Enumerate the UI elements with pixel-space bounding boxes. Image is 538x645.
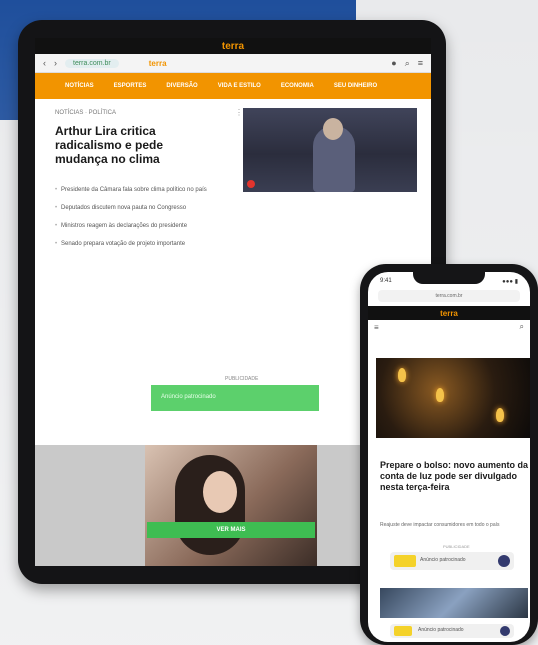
promo-image-face <box>203 471 237 513</box>
tablet-url[interactable]: terra.com.br <box>65 58 119 68</box>
promo-cta-label: VER MAIS <box>216 527 246 533</box>
phone-second-photo[interactable] <box>380 588 528 618</box>
ad-banner[interactable]: Anúncio patrocinado <box>151 385 319 411</box>
ad-row-text: Anúncio patrocinado <box>420 557 466 563</box>
phone-article-summary: Reajuste deve impactar consumidores em t… <box>380 522 500 528</box>
search-icon[interactable]: ⌕ <box>405 58 410 69</box>
menu-icon[interactable]: ≡ <box>418 58 423 68</box>
more-icon[interactable]: ⋮ <box>235 108 243 117</box>
flame-icon <box>398 368 406 382</box>
nav-item-noticias[interactable]: NOTÍCIAS <box>65 83 94 89</box>
promo-cta-button[interactable]: VER MAIS <box>147 522 315 538</box>
search-icon[interactable]: ⌕ <box>520 322 524 332</box>
status-signal-icon: ●●● ▮ <box>502 278 518 285</box>
menu-icon[interactable]: ≡ <box>374 323 379 332</box>
related-item[interactable]: Ministros reagem às declarações do presi… <box>55 222 225 230</box>
related-list: Presidente da Câmara fala sobre clima po… <box>55 186 225 258</box>
nav-item-vida[interactable]: VIDA E ESTILO <box>218 83 261 89</box>
ad-thumb <box>394 555 416 567</box>
forward-icon[interactable]: › <box>54 58 57 68</box>
tablet-site-logo[interactable]: terra <box>149 59 167 68</box>
go-icon <box>500 626 510 636</box>
nav-item-seu-dinheiro[interactable]: SEU DINHEIRO <box>334 83 377 89</box>
ad-label: PUBLICIDADE <box>225 376 259 382</box>
ad-text: Anúncio patrocinado <box>161 394 216 400</box>
photo-person-face <box>323 118 343 140</box>
status-time: 9:41 <box>380 278 392 284</box>
tablet-brand-logo: terra <box>221 40 245 52</box>
article-kicker: NOTÍCIAS · POLÍTICA <box>55 110 117 116</box>
related-item[interactable]: Senado prepara votação de projeto import… <box>55 240 225 248</box>
promo-image <box>145 445 317 566</box>
go-icon <box>498 555 510 567</box>
related-item[interactable]: Deputados discutem nova pauta no Congres… <box>55 204 225 212</box>
phone-toolbar: ≡ ⌕ <box>368 320 530 334</box>
phone-notch <box>413 272 485 284</box>
tablet-url-bar[interactable]: ‹ › terra.com.br terra ● ⌕ ≡ <box>35 54 431 73</box>
phone-ad-row[interactable]: Anúncio patrocinado <box>390 552 514 570</box>
related-item[interactable]: Presidente da Câmara fala sobre clima po… <box>55 186 225 194</box>
ad-thumb <box>394 626 412 636</box>
ad-row-text: Anúncio patrocinado <box>418 627 464 633</box>
nav-item-esportes[interactable]: ESPORTES <box>114 83 147 89</box>
phone-url-bar[interactable]: terra.com.br <box>378 290 520 302</box>
article-photo[interactable] <box>243 108 417 192</box>
tablet-brand-bar: terra <box>35 38 431 54</box>
phone-ad-row-2[interactable]: Anúncio patrocinado <box>390 624 514 638</box>
video-tag-icon <box>247 180 255 188</box>
phone-brand-logo[interactable]: terra <box>440 309 458 318</box>
flame-icon <box>496 408 504 422</box>
phone-ad-label: PUBLICIDADE <box>443 544 470 549</box>
article-headline[interactable]: Arthur Lira critica radicalismo e pede m… <box>55 124 215 166</box>
phone-screen: 9:41 ●●● ▮ terra.com.br terra ≡ ⌕ Prepar… <box>368 272 530 642</box>
user-icon[interactable]: ● <box>391 58 396 68</box>
nav-item-diversao[interactable]: DIVERSÃO <box>166 83 197 89</box>
phone-brand-bar: terra <box>368 306 530 320</box>
phone-article-headline[interactable]: Prepare o bolso: novo aumento da conta d… <box>380 460 530 493</box>
nav-item-economia[interactable]: ECONOMIA <box>281 83 314 89</box>
phone-article-photo[interactable] <box>376 358 530 438</box>
tablet-nav-bar: NOTÍCIAS ESPORTES DIVERSÃO VIDA E ESTILO… <box>35 73 431 99</box>
phone-device: 9:41 ●●● ▮ terra.com.br terra ≡ ⌕ Prepar… <box>360 264 538 645</box>
flame-icon <box>436 388 444 402</box>
back-icon[interactable]: ‹ <box>43 58 46 68</box>
